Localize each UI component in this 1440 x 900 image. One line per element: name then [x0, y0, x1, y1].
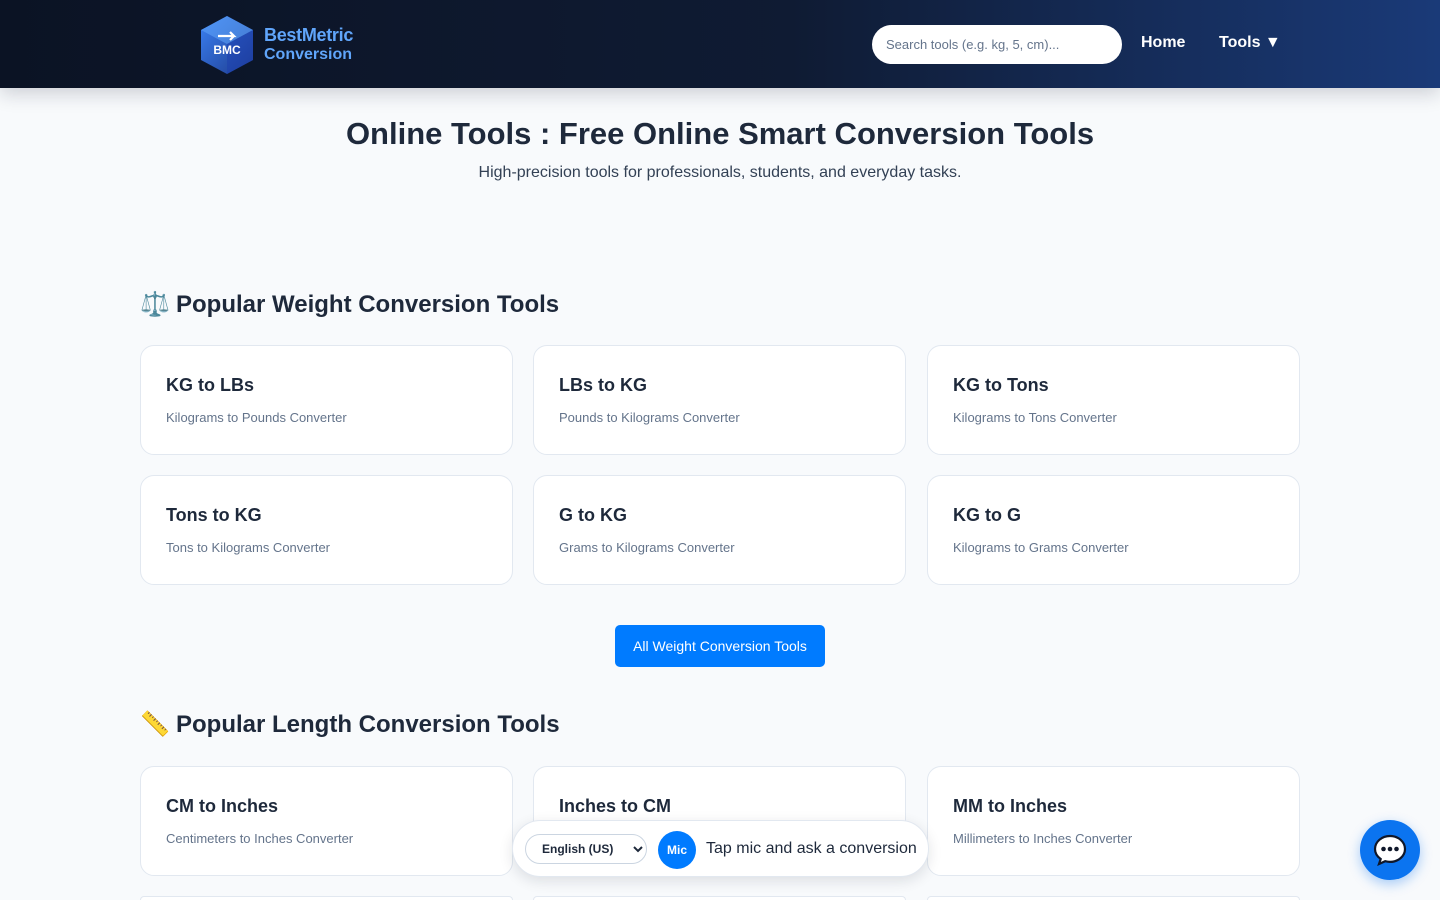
tool-card-kg-to-g[interactable]: KG to G Kilograms to Grams Converter [927, 475, 1300, 585]
page-subtitle: High-precision tools for professionals, … [478, 164, 962, 181]
tool-card-partial[interactable] [140, 896, 513, 900]
tool-card-kg-to-lbs[interactable]: KG to LBs Kilograms to Pounds Converter [140, 345, 513, 455]
tool-card-title: Inches to CM [559, 796, 672, 816]
tool-card-desc: Grams to Kilograms Converter [559, 540, 735, 555]
tool-card-desc: Tons to Kilograms Converter [166, 540, 331, 555]
tool-card-desc: Pounds to Kilograms Converter [559, 410, 740, 425]
tool-card-lbs-to-kg[interactable]: LBs to KG Pounds to Kilograms Converter [533, 345, 906, 455]
logo-line-1: BestMetric [264, 25, 354, 45]
site-header: BMC BestMetric Conversion Home Tools ▼ [0, 0, 1440, 88]
tool-card-mm-to-inches[interactable]: MM to Inches Millimeters to Inches Conve… [927, 766, 1300, 876]
length-section-title-text: Popular Length Conversion Tools [176, 710, 560, 738]
tool-card-tons-to-kg[interactable]: Tons to KG Tons to Kilograms Converter [140, 475, 513, 585]
weight-section-title-text: Popular Weight Conversion Tools [176, 290, 560, 318]
tool-card-title: G to KG [559, 505, 627, 525]
scale-icon: ⚖️ [140, 291, 170, 318]
ruler-icon: 📏 [140, 711, 170, 738]
tool-card-partial[interactable] [927, 896, 1300, 900]
tool-card-title: Tons to KG [166, 505, 262, 525]
cube-logo-icon: BMC [198, 14, 256, 76]
tool-card-kg-to-tons[interactable]: KG to Tons Kilograms to Tons Converter [927, 345, 1300, 455]
tool-card-partial[interactable] [533, 896, 906, 900]
tool-card-desc: Kilograms to Grams Converter [953, 540, 1129, 555]
length-section-title: 📏 Popular Length Conversion Tools [140, 710, 560, 739]
tool-card-title: CM to Inches [166, 796, 279, 816]
all-weight-tools-button[interactable]: All Weight Conversion Tools [615, 625, 825, 667]
weight-section-title: ⚖️ Popular Weight Conversion Tools [140, 290, 559, 319]
chat-button[interactable] [1360, 820, 1420, 880]
mic-button[interactable]: Mic [658, 831, 696, 869]
tool-card-desc: Kilograms to Pounds Converter [166, 410, 347, 425]
tool-card-desc: Kilograms to Tons Converter [953, 410, 1117, 425]
voice-hint-text: Tap mic and ask a conversion [706, 840, 917, 857]
voice-assistant-bar: English (US) Mic Tap mic and ask a conve… [512, 820, 929, 877]
logo-line-2: Conversion [264, 46, 353, 63]
logo-wordmark: BestMetric Conversion [264, 26, 353, 64]
nav-tools-dropdown[interactable]: Tools ▼ [1219, 34, 1281, 52]
language-select[interactable]: English (US) [525, 834, 647, 864]
tool-card-g-to-kg[interactable]: G to KG Grams to Kilograms Converter [533, 475, 906, 585]
site-logo[interactable]: BMC BestMetric Conversion [198, 12, 368, 78]
page-title: Online Tools : Free Online Smart Convers… [345, 116, 1095, 151]
tool-card-title: LBs to KG [559, 375, 647, 395]
tool-card-cm-to-inches[interactable]: CM to Inches Centimeters to Inches Conve… [140, 766, 513, 876]
search-input[interactable] [872, 25, 1122, 64]
chat-bubble-icon [1373, 834, 1407, 866]
tool-card-desc: Centimeters to Inches Converter [166, 831, 354, 846]
tool-card-title: MM to Inches [953, 796, 1068, 816]
logo-badge: BMC [213, 43, 241, 57]
nav-home-link[interactable]: Home [1141, 34, 1185, 52]
tool-card-title: KG to G [953, 505, 1021, 525]
tool-card-desc: Millimeters to Inches Converter [953, 831, 1133, 846]
tool-card-title: KG to Tons [953, 375, 1049, 395]
tool-card-title: KG to LBs [166, 375, 254, 395]
